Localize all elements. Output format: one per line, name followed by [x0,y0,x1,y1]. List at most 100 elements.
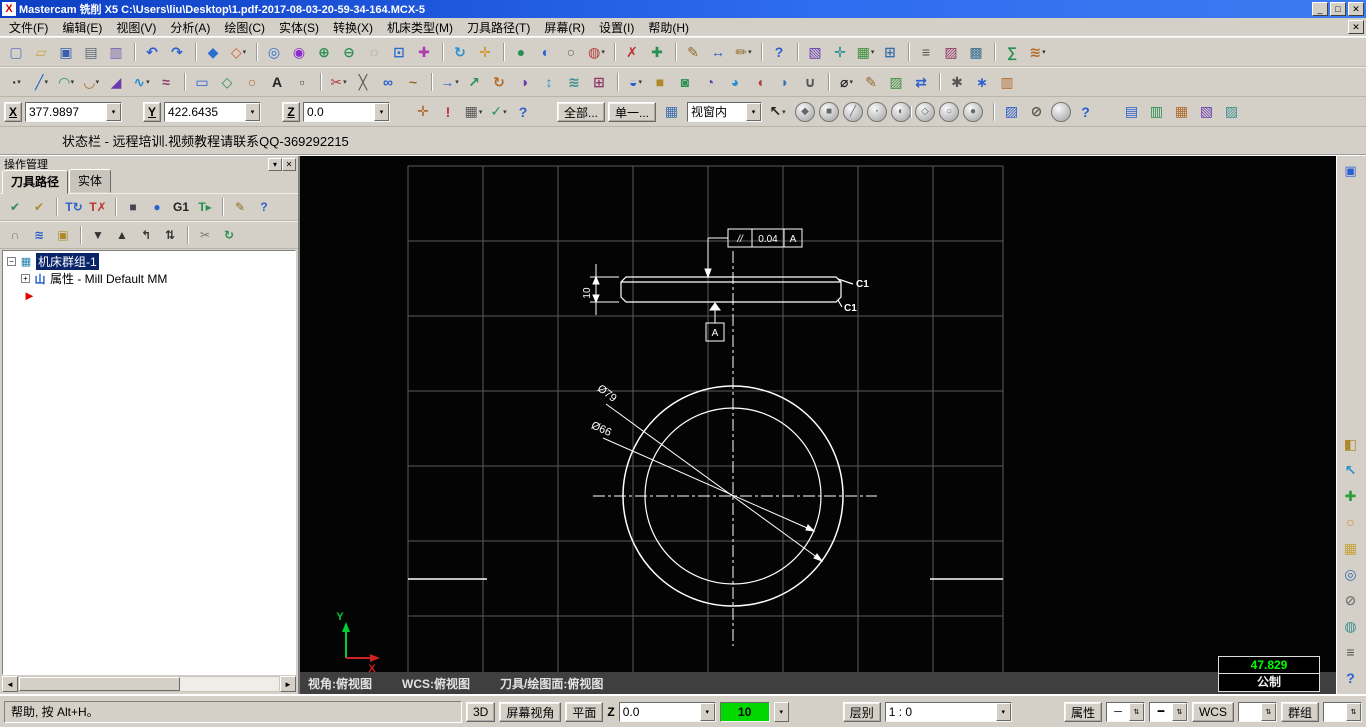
print-icon[interactable]: ▤ [79,40,104,64]
select-face-icon[interactable]: ■ [819,101,840,122]
menu-screen[interactable]: 屏幕(R) [537,17,592,38]
invalidate-ops-icon[interactable]: T✗ [86,195,110,219]
undelete-icon[interactable]: ✚ [645,40,670,64]
ortho-icon[interactable]: ⊞ [878,40,903,64]
level-button[interactable]: 层别 [842,701,881,722]
screen-view-button[interactable]: 屏幕视角 [499,701,562,722]
group-button[interactable]: 群组 [1280,701,1319,722]
3d-toggle-button[interactable]: 3D [466,701,496,722]
cursor-override-icon[interactable]: ! [436,100,461,124]
wireframe-icon[interactable]: ○ [559,40,584,64]
gview-iso-icon[interactable]: ◇ ▾ [226,40,251,64]
unzoom-icon[interactable]: ◌ [362,40,387,64]
solid-fillet-icon[interactable]: ◖ [748,70,773,94]
diameter-inner-label[interactable]: Ø66 [589,420,613,439]
wcs-origin-icon[interactable]: ✛ [828,40,853,64]
high-feed-icon[interactable]: T▸ [193,195,217,219]
shade-toggle-icon[interactable]: ◍ [1339,613,1363,639]
open-file-icon[interactable]: ▱ [29,40,54,64]
screenshot-icon[interactable]: ▥ [104,40,129,64]
menu-analyze[interactable]: 分析(A) [163,17,217,38]
gouge-check-icon[interactable]: ▣ [51,223,75,247]
parallelism-tolerance-frame[interactable] [704,228,803,279]
menu-settings[interactable]: 设置(I) [592,17,641,38]
autocursor-combo-icon[interactable]: ▦ ▾ [461,100,486,124]
nurbs-modify-icon[interactable]: ~ [401,70,426,94]
analyze-position-icon[interactable]: ✎ [675,40,706,64]
clear-colors-icon[interactable]: ◧ [1339,431,1363,457]
analyze-distance-icon[interactable]: ↔ [706,40,731,64]
analyze-dynamic-icon[interactable]: ✏ ▾ [731,40,756,64]
help-icon[interactable]: ? [761,40,792,64]
note-icon[interactable]: ✎ [859,70,884,94]
display-options-icon[interactable]: ▨ [1219,100,1244,124]
menu-toolpaths[interactable]: 刀具路径(T) [460,17,537,38]
z-coordinate-input[interactable] [304,102,374,121]
select-mixed-icon[interactable]: ◇ [910,101,936,122]
translate-3d-icon[interactable]: ↗ [462,70,487,94]
properties-label[interactable]: 属性 - Mill Default MM [50,270,167,287]
blank-entities-icon[interactable]: ⊘ [1339,587,1363,613]
select-all-button[interactable]: 全部... [557,101,606,122]
z-depth-dropdown[interactable]: ▾ [699,702,715,721]
edit-ops-icon[interactable]: ✎ [222,195,252,219]
select-advanced-icon[interactable] [1051,101,1072,122]
circle-select-icon[interactable]: ○ [1339,509,1363,535]
levels-panel-icon[interactable]: ≡ [1339,639,1363,665]
tab-solids[interactable]: 实体 [69,169,112,193]
run-addin-icon[interactable]: ∑ [994,40,1025,64]
zoom-out-icon[interactable]: ⊖ [337,40,362,64]
y-coordinate-dropdown[interactable]: ▾ [245,102,260,121]
attributes-icon[interactable]: ▨ [939,40,964,64]
mirror-icon[interactable]: ◑ [512,70,537,94]
offset-icon[interactable]: ≋ [562,70,587,94]
fit-screen-icon[interactable]: ⊡ [387,40,412,64]
groups-icon[interactable]: ▩ [964,40,989,64]
scroll-right-button[interactable]: ► [280,676,296,692]
hatch-icon[interactable]: ▨ [884,70,909,94]
sweep-icon[interactable]: ◔ [698,70,723,94]
level-dropdown[interactable]: ▾ [995,702,1011,721]
translate-icon[interactable]: → ▾ [431,70,462,94]
delete-entity-icon[interactable]: ✗ [614,40,645,64]
menu-create[interactable]: 绘图(C) [217,17,272,38]
insert-above-icon[interactable]: ↰ [134,223,158,247]
pan-icon[interactable]: ✛ [473,40,498,64]
restore-window-icon[interactable]: ▣ [1339,158,1363,184]
new-file-icon[interactable]: ▢ [4,40,29,64]
clear-selection-icon[interactable]: ⊘ [1024,100,1049,124]
move-insert-down-icon[interactable]: ▼ [80,223,110,247]
revolve-icon[interactable]: ◙ [673,70,698,94]
zoom-target-icon[interactable]: ◉ [287,40,312,64]
menu-view[interactable]: 视图(V) [109,17,163,38]
scroll-left-button[interactable]: ◄ [2,676,18,692]
undo-icon[interactable]: ↶ [134,40,165,64]
menu-help[interactable]: 帮助(H) [641,17,696,38]
expand-node-icon[interactable]: + [21,274,30,283]
redo-icon[interactable]: ↷ [165,40,190,64]
undelete-icon[interactable]: ✚ [1339,483,1363,509]
scrollbar-thumb[interactable] [19,677,181,691]
child-window-close-button[interactable]: ✕ [1348,20,1364,34]
selection-window-dropdown[interactable]: ▾ [746,102,762,121]
break-icon[interactable]: ╳ [351,70,376,94]
select-out-icon[interactable]: ● [963,101,984,122]
chamfer-callout-bottom[interactable]: C1 [844,303,857,314]
chamfer-callout-top[interactable]: C1 [856,279,869,290]
curve-icon[interactable]: ≈ [154,70,179,94]
select-body-icon[interactable]: ◆ [795,101,816,122]
save-icon[interactable]: ▣ [54,40,79,64]
help-icon[interactable]: ? [252,195,276,219]
insert-position-arrow-icon[interactable]: ► [23,288,36,303]
line-icon[interactable]: ╱ ▾ [29,70,54,94]
text-icon[interactable]: A [265,70,290,94]
fillet-icon[interactable]: ◡ ▾ [79,70,104,94]
select-vertex-icon[interactable]: ∙ [867,101,888,122]
move-insert-up-icon[interactable]: ▲ [110,223,134,247]
ellipse-icon[interactable]: ○ [240,70,265,94]
select-dirty-ops-icon[interactable]: ✔ [27,195,51,219]
z-coordinate-button[interactable]: Z [282,101,300,122]
surface-create-icon[interactable]: ◒ ▾ [617,70,648,94]
plan-view-icon[interactable]: ▤ [1119,100,1144,124]
menu-xform[interactable]: 转换(X) [326,17,380,38]
